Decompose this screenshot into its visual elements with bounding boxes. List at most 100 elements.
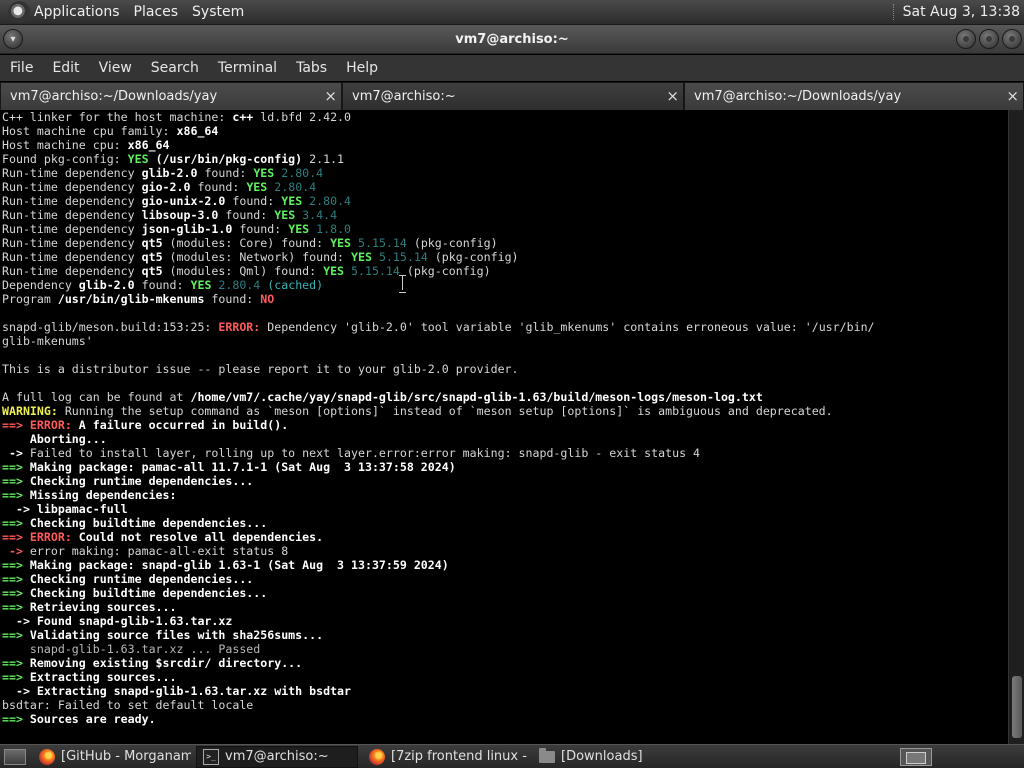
terminal-text: qt5 xyxy=(141,236,170,250)
terminal-text: Could not resolve all dependencies. xyxy=(78,530,324,544)
terminal-text: found: xyxy=(239,222,289,236)
terminal-line xyxy=(2,306,1008,320)
tab-label: vm7@archiso:~/Downloads/yay xyxy=(694,89,902,104)
terminal-line: snapd-glib/meson.build:153:25: ERROR: De… xyxy=(2,320,1008,334)
terminal-text: 2.80.4 xyxy=(309,194,352,208)
menu-help[interactable]: Help xyxy=(346,60,378,76)
terminal-text: Run-time dependency xyxy=(2,180,142,194)
task-label: [Downloads] xyxy=(561,749,643,764)
tab-close-icon[interactable]: × xyxy=(1006,88,1019,104)
terminal-line: snapd-glib-1.63.tar.xz ... Passed xyxy=(2,642,1008,656)
terminal-text: snapd-glib-1.63.tar.xz ... Passed xyxy=(2,642,261,656)
tab-close-icon[interactable]: × xyxy=(324,88,337,104)
firefox-icon xyxy=(39,748,55,765)
panel-separator xyxy=(892,4,895,20)
terminal-line xyxy=(2,376,1008,390)
terminal-text: Found snapd-glib-1.63.tar.xz xyxy=(36,614,233,628)
terminal-line: WARNING: Running the setup command as `m… xyxy=(2,404,1008,418)
tab-bar: vm7@archiso:~/Downloads/yay × vm7@archis… xyxy=(0,82,1024,110)
terminal-text: error making: pamac-all-exit status 8 xyxy=(29,544,289,558)
terminal-text: (pkg-config) xyxy=(413,236,498,250)
task-firefox-7zip[interactable]: [7zip frontend linux - ... xyxy=(362,746,528,768)
terminal-text: ==> xyxy=(2,586,30,600)
terminal-text: ==> xyxy=(2,628,30,642)
menu-edit[interactable]: Edit xyxy=(52,60,79,76)
menu-search[interactable]: Search xyxy=(151,60,199,76)
tab-close-icon[interactable]: × xyxy=(666,88,679,104)
window-menu-icon[interactable]: ▾ xyxy=(3,29,23,49)
terminal-text: Host machine cpu family: xyxy=(2,124,177,138)
terminal-text: (modules: Network) found: xyxy=(169,250,352,264)
terminal-line: Run-time dependency glib-2.0 found: YES … xyxy=(2,166,1008,180)
terminal-text: /home/vm7/.cache/yay/snapd-glib/src/snap… xyxy=(190,390,763,404)
maximize-button[interactable] xyxy=(979,29,999,49)
task-label: [7zip frontend linux - ... xyxy=(391,749,527,764)
terminal-line: -> Failed to install layer, rolling up t… xyxy=(2,446,1008,460)
terminal-text: ==> xyxy=(2,516,30,530)
window-controls xyxy=(956,29,1022,49)
terminal-line: ==> Checking buildtime dependencies... xyxy=(2,586,1008,600)
task-downloads-folder[interactable]: [Downloads] xyxy=(532,746,682,768)
terminal-line: ==> Removing existing $srcdir/ directory… xyxy=(2,656,1008,670)
terminal-text: YES xyxy=(253,166,282,180)
terminal-text: YES xyxy=(246,180,275,194)
terminal-text: Found pkg-config: xyxy=(2,152,128,166)
gnome-logo-icon[interactable] xyxy=(8,1,30,23)
scrollbar-thumb[interactable] xyxy=(1012,676,1022,738)
terminal-line: Host machine cpu: x86_64 xyxy=(2,138,1008,152)
task-label: [GitHub - Morganamil... xyxy=(61,749,191,764)
close-button[interactable] xyxy=(1002,29,1022,49)
terminal-line: ==> Making package: snapd-glib 1.63-1 (S… xyxy=(2,558,1008,572)
terminal-text: Dependency 'glib-2.0' tool variable 'gli… xyxy=(267,320,875,334)
terminal-line: Aborting... xyxy=(2,432,1008,446)
terminal-text: -> xyxy=(2,614,37,628)
terminal-text: -> xyxy=(2,446,30,460)
terminal-text: Checking runtime dependencies... xyxy=(29,572,254,586)
places-menu[interactable]: Places xyxy=(134,4,179,20)
show-desktop-button[interactable] xyxy=(4,748,26,765)
clock[interactable]: Sat Aug 3, 13:38 xyxy=(903,4,1024,20)
terminal-text: found: xyxy=(204,166,254,180)
tab-home[interactable]: vm7@archiso:~ × xyxy=(342,82,684,110)
terminal-text: NO xyxy=(260,292,275,306)
menu-file[interactable]: File xyxy=(10,60,33,76)
terminal-text: YES xyxy=(127,152,156,166)
terminal-line: This is a distributor issue -- please re… xyxy=(2,362,1008,376)
terminal-line: ==> Making package: pamac-all 11.7.1-1 (… xyxy=(2,460,1008,474)
terminal-text: (modules: Core) found: xyxy=(169,236,331,250)
terminal-line: Host machine cpu family: x86_64 xyxy=(2,124,1008,138)
terminal-text: YES xyxy=(351,250,379,264)
menubar: File Edit View Search Terminal Tabs Help xyxy=(0,55,1024,81)
terminal-text: Extracting snapd-glib-1.63.tar.xz with b… xyxy=(36,684,352,698)
terminal-text: Checking buildtime dependencies... xyxy=(29,586,268,600)
terminal-output[interactable]: C++ linker for the host machine: c++ ld.… xyxy=(0,110,1008,744)
menu-tabs[interactable]: Tabs xyxy=(296,60,327,76)
terminal-text: 5.15.14 xyxy=(358,236,414,250)
terminal-text: Run-time dependency xyxy=(2,208,142,222)
workspace-switcher[interactable] xyxy=(900,747,932,766)
terminal-text: c++ xyxy=(232,110,261,124)
terminal-line xyxy=(2,348,1008,362)
tab-downloads-yay-2[interactable]: vm7@archiso:~/Downloads/yay × xyxy=(684,82,1024,110)
firefox-icon xyxy=(369,748,385,765)
task-terminal[interactable]: >_ vm7@archiso:~ xyxy=(196,745,358,768)
terminal-text: found: xyxy=(141,278,191,292)
terminal-line: -> error making: pamac-all-exit status 8 xyxy=(2,544,1008,558)
terminal-text: glib-2.0 xyxy=(141,166,205,180)
minimize-button[interactable] xyxy=(956,29,976,49)
terminal-text: Aborting... xyxy=(2,432,107,446)
menu-view[interactable]: View xyxy=(99,60,132,76)
terminal-text: WARNING: xyxy=(2,404,65,418)
terminal-scrollbar[interactable] xyxy=(1008,110,1024,744)
terminal-text: Run-time dependency xyxy=(2,264,142,278)
terminal-line: Run-time dependency gio-2.0 found: YES 2… xyxy=(2,180,1008,194)
task-firefox-github[interactable]: [GitHub - Morganamil... xyxy=(32,746,192,768)
terminal-line: ==> ERROR: Could not resolve all depende… xyxy=(2,530,1008,544)
system-menu[interactable]: System xyxy=(192,4,244,20)
terminal-text: bsdtar: Failed to set default locale xyxy=(2,698,254,712)
tab-downloads-yay-1[interactable]: vm7@archiso:~/Downloads/yay × xyxy=(0,82,342,110)
menu-terminal[interactable]: Terminal xyxy=(218,60,277,76)
applications-menu[interactable]: Applications xyxy=(34,4,120,20)
window-titlebar[interactable]: ▾ vm7@archiso:~ xyxy=(0,25,1024,54)
